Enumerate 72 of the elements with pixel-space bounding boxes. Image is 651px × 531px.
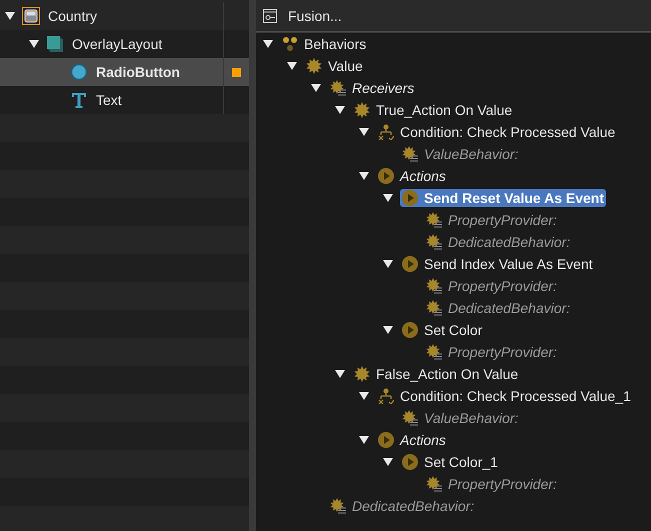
- branch-icon: [378, 388, 394, 404]
- expand-arrow-icon[interactable]: [28, 38, 40, 50]
- tree-item[interactable]: Send Index Value As Event: [400, 255, 595, 273]
- panel-title: Fusion...: [288, 8, 342, 24]
- star-list-icon: [426, 234, 442, 250]
- tree-item[interactable]: DedicatedBehavior:: [424, 299, 572, 317]
- expand-arrow-icon[interactable]: [382, 456, 394, 468]
- tree-item[interactable]: Actions: [376, 167, 448, 185]
- branch-icon: [378, 124, 394, 140]
- star-list-icon: [426, 300, 442, 316]
- tree-item[interactable]: Receivers: [328, 79, 416, 97]
- window-icon: [22, 7, 40, 25]
- play-circle-icon: [402, 190, 418, 206]
- modified-marker: [232, 68, 241, 76]
- star-list-icon: [426, 278, 442, 294]
- dots-icon: [282, 36, 298, 52]
- expand-arrow-icon[interactable]: [4, 10, 16, 22]
- tree-item[interactable]: PropertyProvider:: [424, 475, 559, 493]
- star-icon: [354, 102, 370, 118]
- tree-item[interactable]: Value: [304, 57, 365, 75]
- star-list-icon: [426, 344, 442, 360]
- tree-item[interactable]: DedicatedBehavior:: [424, 233, 572, 251]
- star-list-icon: [426, 476, 442, 492]
- outline-label: OverlayLayout: [72, 36, 162, 52]
- stacked-squares-icon: [46, 35, 64, 53]
- play-circle-icon: [378, 432, 394, 448]
- tree-item[interactable]: PropertyProvider:: [424, 277, 559, 295]
- star-list-icon: [330, 498, 346, 514]
- tree-item[interactable]: DedicatedBehavior:: [328, 497, 476, 515]
- star-list-icon: [330, 80, 346, 96]
- tree-item[interactable]: PropertyProvider:: [424, 343, 559, 361]
- expand-arrow-icon[interactable]: [286, 60, 298, 72]
- expand-arrow-icon[interactable]: [358, 434, 370, 446]
- play-circle-icon: [402, 454, 418, 470]
- tree-item[interactable]: ValueBehavior:: [400, 409, 520, 427]
- outline-label: Text: [96, 92, 122, 108]
- outline-label: Country: [48, 8, 98, 24]
- tree-item[interactable]: Behaviors: [280, 35, 368, 53]
- expand-arrow-icon[interactable]: [310, 82, 322, 94]
- tree-item[interactable]: Condition: Check Processed Value: [376, 123, 618, 141]
- star-list-icon: [426, 212, 442, 228]
- outline-row[interactable]: RadioButton: [0, 58, 249, 86]
- expand-arrow-icon[interactable]: [382, 192, 394, 204]
- expand-arrow-icon[interactable]: [382, 324, 394, 336]
- expand-arrow-icon[interactable]: [358, 170, 370, 182]
- circle-icon: [70, 63, 88, 81]
- tree-item[interactable]: Set Color_1: [400, 453, 500, 471]
- tree-item[interactable]: Send Reset Value As Event: [400, 189, 606, 207]
- tree-item[interactable]: False_Action On Value: [352, 365, 520, 383]
- star-list-icon: [402, 146, 418, 162]
- expand-arrow-icon[interactable]: [382, 258, 394, 270]
- tree-item[interactable]: PropertyProvider:: [424, 211, 559, 229]
- star-icon: [354, 366, 370, 382]
- expand-arrow-icon[interactable]: [334, 368, 346, 380]
- expand-arrow-icon[interactable]: [334, 104, 346, 116]
- tree-item[interactable]: Actions: [376, 431, 448, 449]
- play-circle-icon: [378, 168, 394, 184]
- outline-row[interactable]: Country: [0, 2, 249, 30]
- outline-label: RadioButton: [96, 64, 180, 80]
- tree-item[interactable]: True_Action On Value: [352, 101, 514, 119]
- expand-arrow-icon[interactable]: [358, 390, 370, 402]
- component-icon[interactable]: [262, 8, 278, 24]
- play-circle-icon: [402, 256, 418, 272]
- tree-item[interactable]: Condition: Check Processed Value_1: [376, 387, 633, 405]
- tree-item[interactable]: Set Color: [400, 321, 484, 339]
- text-t-icon: [70, 91, 88, 109]
- expand-arrow-icon[interactable]: [262, 38, 274, 50]
- play-circle-icon: [402, 322, 418, 338]
- tree-item[interactable]: ValueBehavior:: [400, 145, 520, 163]
- star-list-icon: [402, 410, 418, 426]
- star-icon: [306, 58, 322, 74]
- expand-arrow-icon[interactable]: [358, 126, 370, 138]
